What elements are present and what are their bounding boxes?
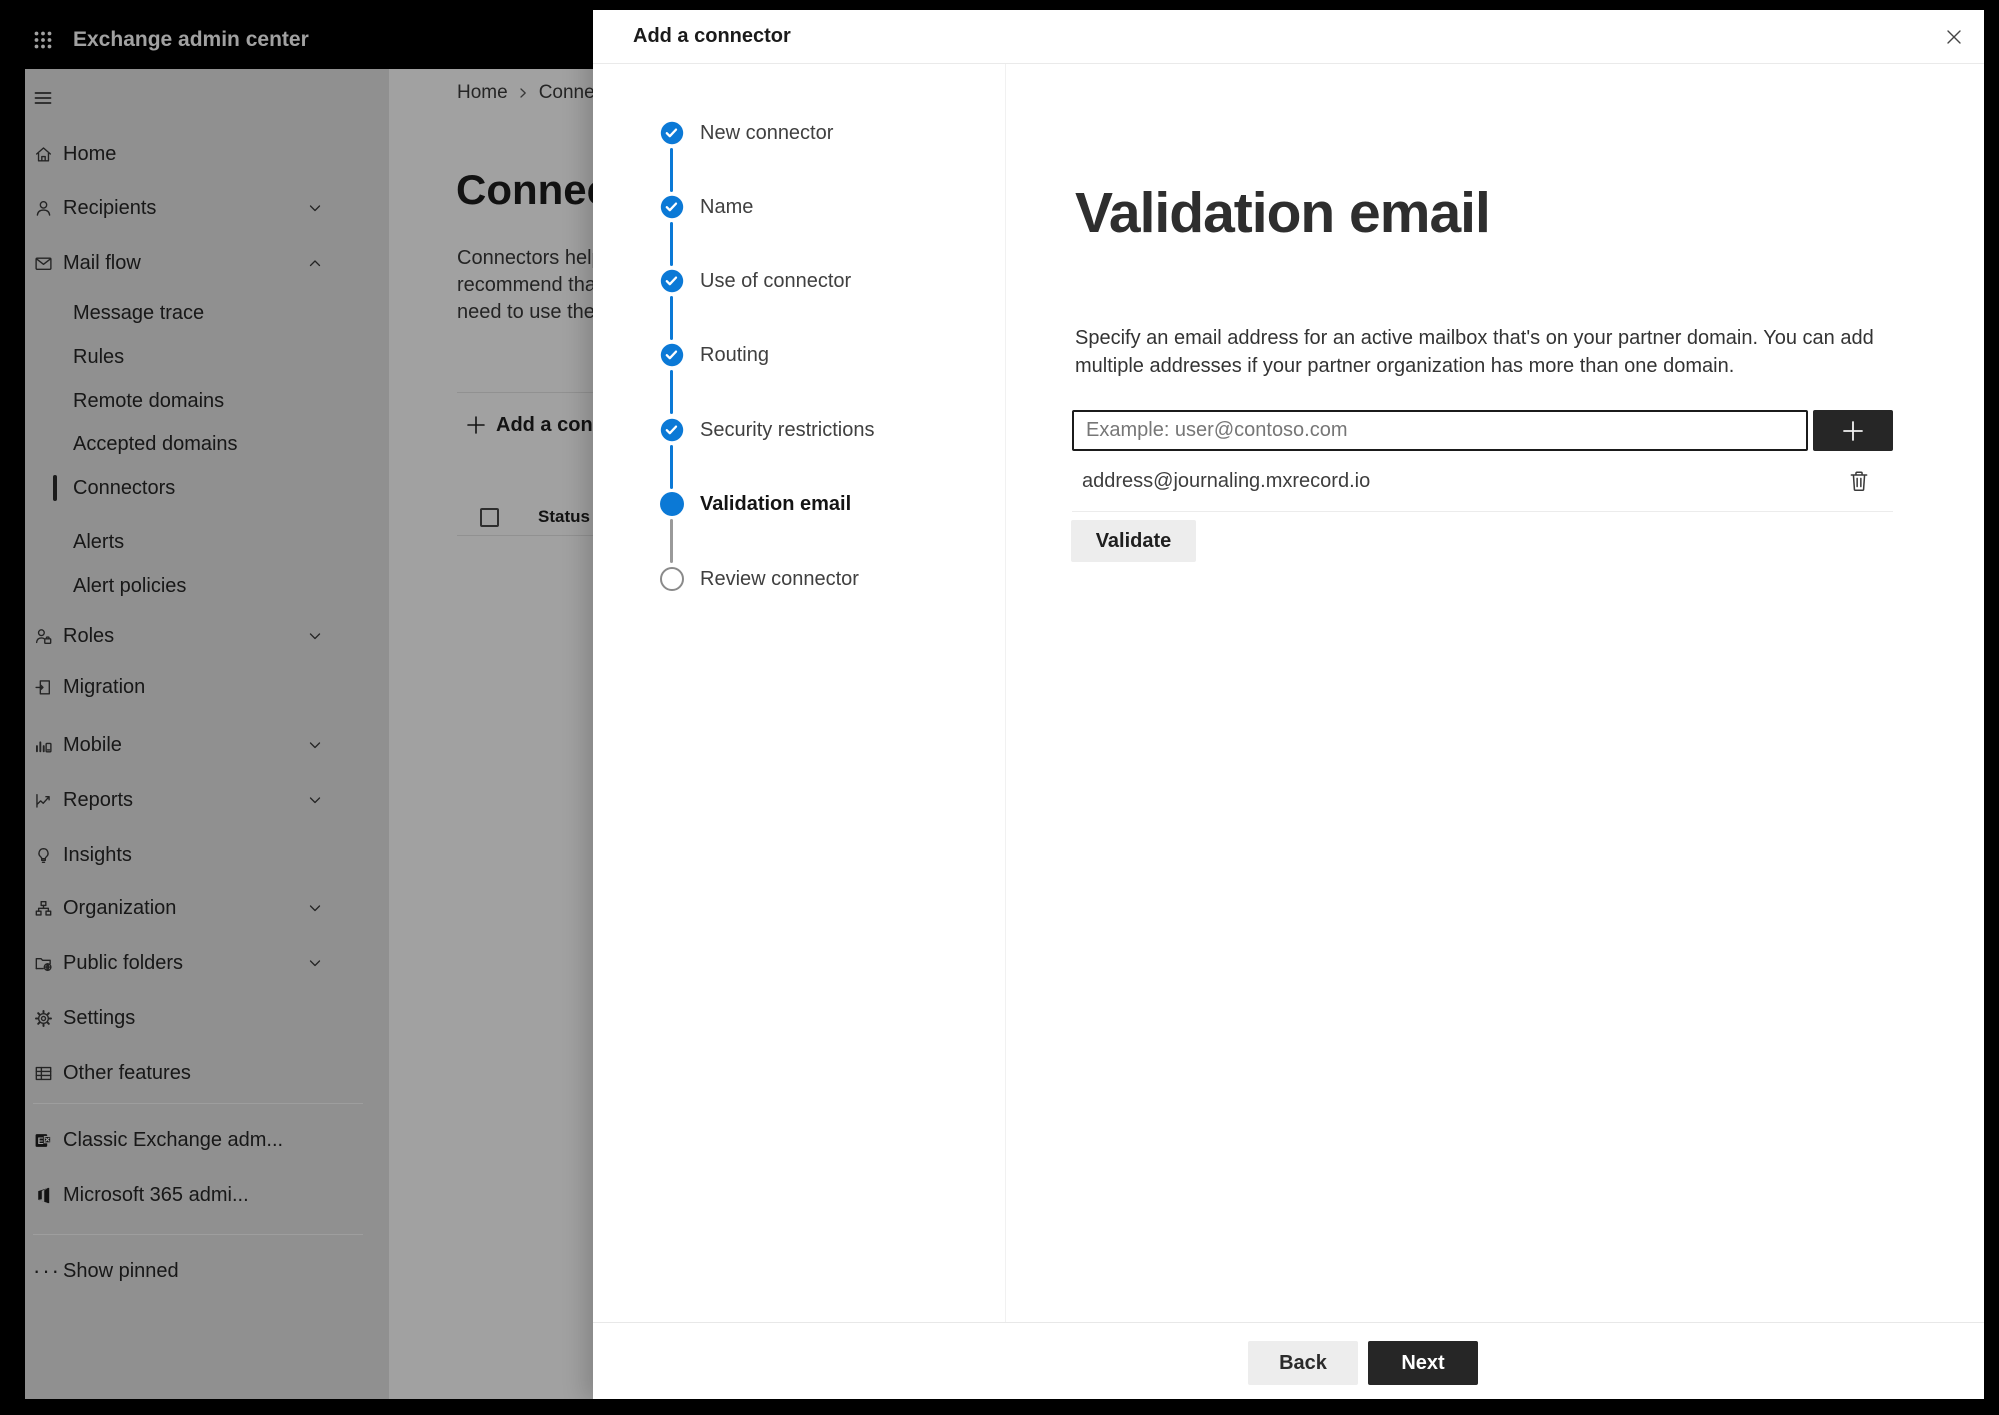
step-description: Specify an email address for an active m…: [1075, 327, 1874, 377]
add-address-button[interactable]: [1813, 410, 1893, 451]
next-button[interactable]: Next: [1368, 1341, 1478, 1385]
step-done-icon: [660, 121, 684, 145]
add-connector-flyout: Add a connector New connector Name Use o…: [593, 10, 1984, 1399]
step-security-restrictions: Security restrictions: [593, 416, 1005, 444]
step-heading: Validation email: [1075, 181, 1491, 245]
plus-icon: [1843, 420, 1863, 441]
step-connector-line: [670, 519, 673, 563]
modal-overlay[interactable]: [25, 10, 593, 1399]
flyout-footer: Back Next: [593, 1322, 1984, 1399]
step-done-icon: [660, 343, 684, 367]
step-done-icon: [660, 269, 684, 293]
step-name: Name: [593, 193, 1005, 221]
step-routing: Routing: [593, 341, 1005, 369]
step-validation-email: Validation email: [593, 490, 1005, 518]
step-new-connector: New connector: [593, 119, 1005, 147]
email-address-input[interactable]: [1072, 410, 1808, 451]
step-connector-line: [670, 445, 673, 489]
step-current-icon: [660, 492, 684, 516]
step-connector-line: [670, 370, 673, 414]
step-connector-line: [670, 296, 673, 340]
step-use-of-connector: Use of connector: [593, 267, 1005, 295]
step-connector-line: [670, 222, 673, 266]
back-button[interactable]: Back: [1248, 1341, 1358, 1385]
step-review-connector: Review connector: [593, 565, 1005, 593]
step-done-icon: [660, 195, 684, 219]
close-icon: [1947, 30, 1961, 44]
flyout-header: Add a connector: [593, 10, 1984, 64]
steps-divider: [1005, 64, 1006, 1323]
address-list-item: address@journaling.mxrecord.io: [1082, 470, 1371, 492]
step-done-icon: [660, 418, 684, 442]
trash-icon: [1850, 471, 1868, 492]
delete-address-button[interactable]: [1845, 466, 1873, 496]
validate-button[interactable]: Validate: [1071, 520, 1196, 562]
flyout-title: Add a connector: [633, 25, 791, 47]
step-upcoming-icon: [660, 567, 684, 591]
divider: [1072, 511, 1893, 512]
step-connector-line: [670, 148, 673, 192]
close-button[interactable]: [1938, 21, 1970, 53]
exchange-admin-app: Exchange admin center Home Recipients Ma…: [25, 10, 1984, 1399]
